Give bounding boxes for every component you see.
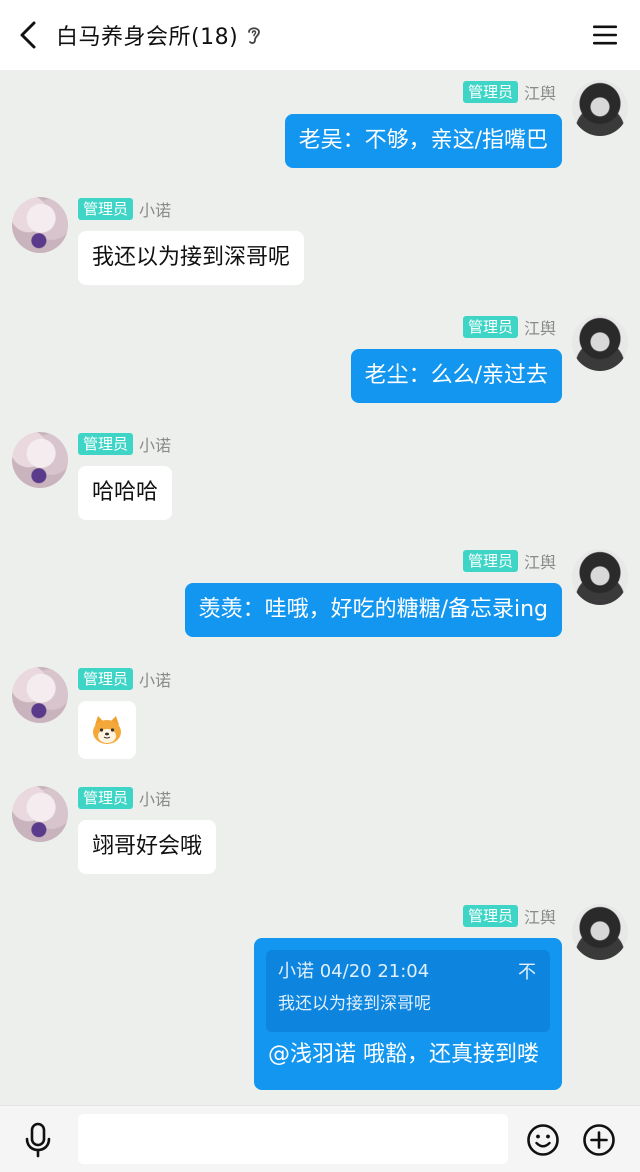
- admin-badge: 管理员: [78, 668, 134, 690]
- title-wrap[interactable]: 白马养身会所(18): [56, 18, 264, 52]
- chevron-left-icon: [20, 21, 36, 49]
- message-bubble[interactable]: 羡羡：哇哦，好吃的糖糖/备忘录ing: [184, 583, 562, 637]
- admin-badge: 管理员: [78, 787, 134, 809]
- message-bubble[interactable]: 老吴：不够，亲这/指嘴巴: [284, 114, 562, 168]
- admin-badge: 管理员: [462, 81, 518, 103]
- sender-meta: 管理员 江舆: [462, 315, 556, 339]
- more-button[interactable]: [582, 1123, 616, 1157]
- sender-name: 江舆: [523, 319, 556, 338]
- sender-name: 江舆: [523, 84, 556, 103]
- sender-name: 江舆: [523, 553, 556, 572]
- chat-area[interactable]: 管理员 江舆 老吴：不够，亲这/指嘴巴 管理员 小诺 我还以为接到深哥呢 管理员…: [0, 70, 640, 1105]
- avatar[interactable]: [12, 786, 68, 842]
- avatar[interactable]: [12, 667, 68, 723]
- sender-meta: 管理员 江舆: [462, 904, 556, 928]
- microphone-icon: [25, 1122, 51, 1158]
- plus-circle-icon: [583, 1124, 615, 1156]
- message-bubble[interactable]: 老尘：么么/亲过去: [350, 349, 562, 403]
- avatar[interactable]: [572, 904, 628, 960]
- input-bar: [0, 1105, 640, 1172]
- reply-bubble[interactable]: 小诺 04/20 21:04 不 我还以为接到深哥呢 @浅羽诺 哦豁，还真接到喽: [254, 938, 562, 1090]
- hamburger-menu-icon: [593, 25, 617, 45]
- quoted-message[interactable]: 小诺 04/20 21:04 不 我还以为接到深哥呢: [266, 950, 550, 1032]
- menu-button[interactable]: [590, 20, 620, 50]
- sender-name: 小诺: [139, 201, 172, 220]
- smiley-icon: [527, 1124, 559, 1156]
- back-button[interactable]: [10, 17, 46, 53]
- sender-meta: 管理员 小诺: [78, 197, 171, 221]
- admin-badge: 管理员: [462, 316, 518, 338]
- avatar[interactable]: [12, 197, 68, 253]
- sender-meta: 管理员 江舆: [462, 549, 556, 573]
- sender-name: 小诺: [139, 671, 172, 690]
- avatar[interactable]: [572, 315, 628, 371]
- page-title: 白马养身会所(18): [56, 25, 239, 50]
- admin-badge: 管理员: [78, 198, 134, 220]
- message-input[interactable]: [78, 1114, 508, 1164]
- shiba-dog-emoji-icon: [93, 716, 121, 744]
- sender-name: 小诺: [139, 790, 172, 809]
- sender-meta: 管理员 小诺: [78, 667, 171, 691]
- message-bubble[interactable]: 哈哈哈: [78, 466, 173, 520]
- quote-header: 小诺 04/20 21:04: [278, 961, 430, 982]
- emoji-button[interactable]: [526, 1123, 560, 1157]
- admin-badge: 管理员: [78, 433, 134, 455]
- sender-name: 江舆: [523, 908, 556, 927]
- admin-badge: 管理员: [462, 550, 518, 572]
- sticker-bubble[interactable]: [78, 701, 136, 759]
- sender-meta: 管理员 小诺: [78, 432, 171, 456]
- sender-name: 小诺: [139, 436, 172, 455]
- quote-text: 我还以为接到深哥呢: [278, 994, 431, 1014]
- reply-text: @浅羽诺 哦豁，还真接到喽: [268, 1042, 539, 1067]
- admin-badge: 管理员: [462, 905, 518, 927]
- voice-button[interactable]: [22, 1122, 54, 1158]
- quote-more-text: 不: [518, 962, 536, 983]
- sender-meta: 管理员 小诺: [78, 786, 171, 810]
- avatar[interactable]: [572, 549, 628, 605]
- avatar[interactable]: [12, 432, 68, 488]
- message-bubble[interactable]: 我还以为接到深哥呢: [78, 231, 305, 285]
- ear-icon: [246, 24, 264, 46]
- chat-header: 白马养身会所(18): [0, 0, 640, 70]
- avatar[interactable]: [572, 80, 628, 136]
- sender-meta: 管理员 江舆: [462, 80, 556, 104]
- message-bubble[interactable]: 翊哥好会哦: [78, 820, 217, 874]
